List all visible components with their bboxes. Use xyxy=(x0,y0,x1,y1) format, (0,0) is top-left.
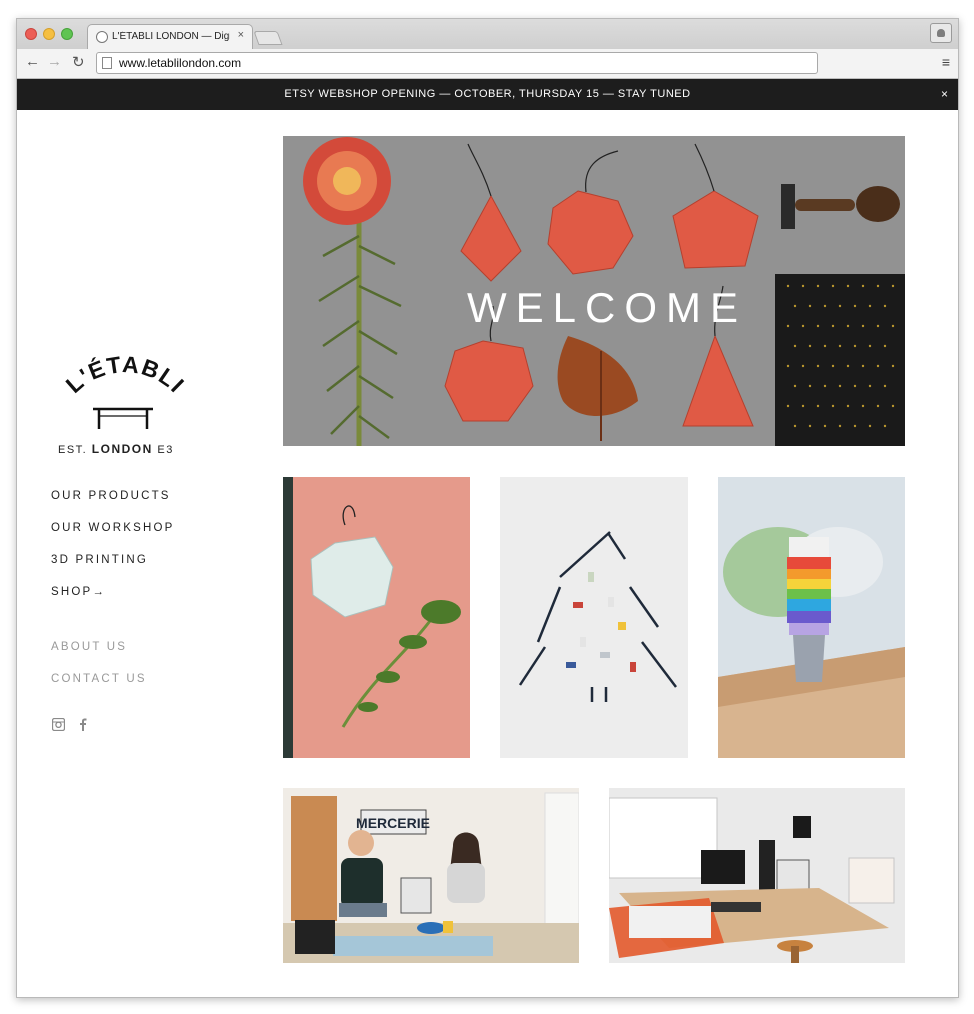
favicon-icon xyxy=(96,31,108,43)
site-logo[interactable]: L'ÉTABLI EST. LONDON E3 xyxy=(49,351,199,464)
minimize-window-button[interactable] xyxy=(43,28,55,40)
zoom-window-button[interactable] xyxy=(61,28,73,40)
hero-image[interactable]: WELCOME xyxy=(283,136,905,446)
nav-contact-us[interactable]: CONTACT US xyxy=(51,673,147,685)
menu-icon[interactable]: ≡ xyxy=(942,54,950,70)
profile-button[interactable] xyxy=(930,23,952,43)
logo-mark: L'ÉTABLI xyxy=(61,351,190,429)
address-bar[interactable]: www.letablilondon.com xyxy=(96,52,818,74)
ornament-illustration xyxy=(283,477,470,758)
3d-print-illustration xyxy=(718,477,905,758)
logo-postcode: E3 xyxy=(157,444,174,456)
workbench-icon xyxy=(93,407,153,429)
nav-shop[interactable]: SHOP→ xyxy=(51,586,106,598)
hero-title: WELCOME xyxy=(467,284,747,331)
browser-window: L'ÉTABLI LONDON — Digital × ← → ↻ www.le… xyxy=(16,18,959,998)
workshop-photo-people[interactable]: MERCERIE xyxy=(283,788,579,963)
logo-arc-text: L'ÉTABLI xyxy=(61,354,190,398)
tab-strip: L'ÉTABLI LONDON — Digital × xyxy=(17,19,958,49)
desk-illustration xyxy=(609,788,905,963)
tab-close-icon[interactable]: × xyxy=(238,29,244,41)
logo-est-line: EST. LONDON E3 xyxy=(58,442,174,456)
announcement-banner: ETSY WEBSHOP OPENING — OCTOBER, THURSDAY… xyxy=(17,79,958,110)
logo-est: EST. xyxy=(58,444,88,456)
workshop-photo-desk[interactable] xyxy=(609,788,905,963)
close-window-button[interactable] xyxy=(25,28,37,40)
browser-tab[interactable]: L'ÉTABLI LONDON — Digital × xyxy=(87,24,253,49)
instagram-icon[interactable] xyxy=(51,717,66,734)
product-photo-ornament[interactable] xyxy=(283,477,470,758)
banner-close-icon[interactable]: × xyxy=(941,87,948,101)
nav-our-products[interactable]: OUR PRODUCTS xyxy=(51,490,171,502)
nav-3d-printing[interactable]: 3D PRINTING xyxy=(51,554,148,566)
mercerie-sign: MERCERIE xyxy=(356,815,430,831)
new-tab-button[interactable] xyxy=(253,31,283,45)
tab-title: L'ÉTABLI LONDON — Digital xyxy=(112,31,230,42)
product-photo-3d-print[interactable] xyxy=(718,477,905,758)
logo-arc-path: L'ÉTABLI xyxy=(61,351,189,398)
tree-illustration xyxy=(500,477,688,758)
browser-toolbar: ← → ↻ www.letablilondon.com ≡ xyxy=(17,49,958,79)
people-illustration: MERCERIE xyxy=(283,788,579,963)
hero-illustration: WELCOME xyxy=(283,136,905,446)
person-icon xyxy=(937,29,945,37)
url-text[interactable]: www.letablilondon.com xyxy=(119,56,241,70)
forward-arrow-icon[interactable]: → xyxy=(47,53,62,70)
banner-text: ETSY WEBSHOP OPENING — OCTOBER, THURSDAY… xyxy=(284,88,691,100)
page-icon xyxy=(102,57,112,69)
facebook-icon[interactable] xyxy=(79,718,87,734)
reload-icon[interactable]: ↻ xyxy=(72,53,85,71)
product-photo-tree[interactable] xyxy=(500,477,688,758)
back-arrow-icon[interactable]: ← xyxy=(25,53,40,70)
nav-about-us[interactable]: ABOUT US xyxy=(51,641,127,653)
logo-city: LONDON xyxy=(91,442,153,456)
nav-our-workshop[interactable]: OUR WORKSHOP xyxy=(51,522,175,534)
